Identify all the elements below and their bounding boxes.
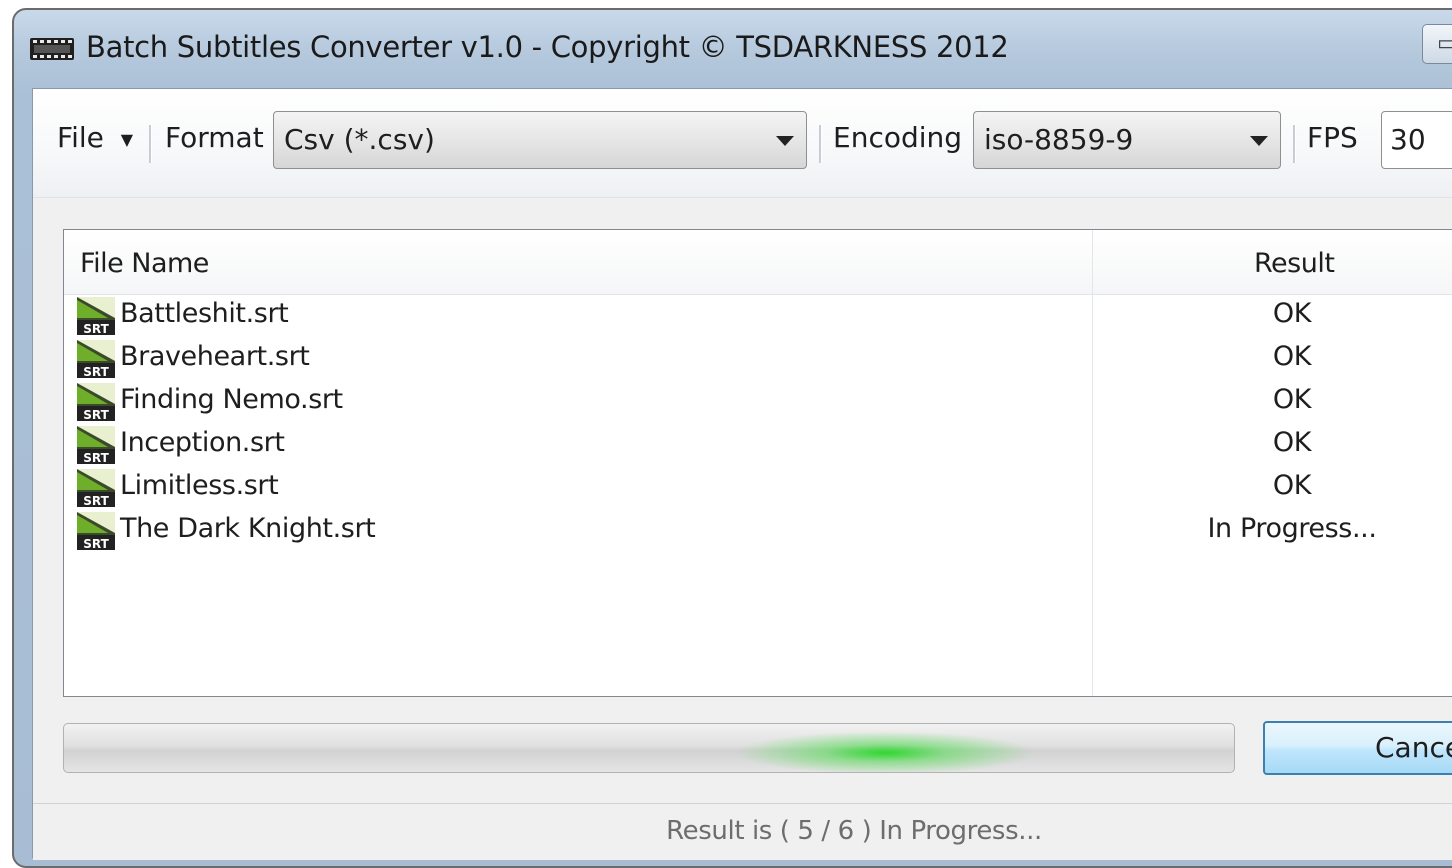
progress-glow bbox=[735, 724, 1036, 772]
srt-file-icon: SRT bbox=[77, 469, 115, 508]
svg-text:SRT: SRT bbox=[83, 451, 109, 465]
result-status: OK bbox=[1272, 470, 1312, 501]
list-item[interactable]: SRT Inception.srt OK bbox=[64, 423, 1452, 466]
file-name: Braveheart.srt bbox=[120, 341, 310, 372]
srt-file-icon: SRT bbox=[77, 340, 115, 379]
client-area: File ▼ Format Csv (*.csv) Encoding iso-8… bbox=[32, 88, 1452, 860]
svg-text:SRT: SRT bbox=[83, 365, 109, 379]
status-text: Result is ( 5 / 6 ) In Progress... bbox=[666, 816, 1042, 846]
dropdown-arrow-icon bbox=[776, 136, 794, 146]
srt-file-icon: SRT bbox=[77, 297, 115, 336]
title-bar[interactable]: Batch Subtitles Converter v1.0 - Copyrig… bbox=[14, 10, 1452, 88]
encoding-select[interactable]: iso-8859-9 bbox=[973, 111, 1281, 169]
file-name: Battleshit.srt bbox=[120, 298, 289, 329]
toolbar-separator bbox=[149, 125, 152, 163]
fps-label: FPS bbox=[1307, 121, 1358, 154]
list-item[interactable]: SRT Battleshit.srt OK bbox=[64, 294, 1452, 337]
film-strip-icon bbox=[30, 38, 74, 60]
svg-text:SRT: SRT bbox=[83, 322, 109, 336]
toolbar-separator bbox=[1293, 125, 1296, 163]
column-header-file-name[interactable]: File Name bbox=[80, 248, 209, 279]
format-label: Format bbox=[165, 121, 264, 154]
window-title: Batch Subtitles Converter v1.0 - Copyrig… bbox=[86, 30, 1009, 64]
format-select-value: Csv (*.csv) bbox=[284, 123, 435, 156]
fps-input[interactable]: 30 bbox=[1381, 111, 1452, 169]
result-status: OK bbox=[1272, 384, 1312, 415]
result-status: OK bbox=[1272, 341, 1312, 372]
toolbar: File ▼ Format Csv (*.csv) Encoding iso-8… bbox=[33, 89, 1452, 198]
list-item[interactable]: SRT Finding Nemo.srt OK bbox=[64, 380, 1452, 423]
progress-bar-fill bbox=[64, 724, 1036, 772]
toolbar-separator bbox=[819, 125, 822, 163]
svg-text:SRT: SRT bbox=[83, 494, 109, 508]
file-list[interactable]: File Name Result SRT Battleshit.srt OK S… bbox=[63, 229, 1452, 697]
list-item[interactable]: SRT Limitless.srt OK bbox=[64, 466, 1452, 509]
file-name: Inception.srt bbox=[120, 427, 285, 458]
result-status: OK bbox=[1272, 298, 1312, 329]
list-item[interactable]: SRT Braveheart.srt OK bbox=[64, 337, 1452, 380]
encoding-label: Encoding bbox=[833, 121, 963, 154]
file-menu-label: File bbox=[57, 121, 104, 154]
srt-file-icon: SRT bbox=[77, 426, 115, 465]
cancel-button[interactable]: Cancel bbox=[1263, 721, 1452, 775]
file-name: Limitless.srt bbox=[120, 470, 279, 501]
dropdown-arrow-icon bbox=[1250, 136, 1268, 146]
minimize-button[interactable]: ▭ bbox=[1422, 24, 1452, 64]
result-status: In Progress... bbox=[1207, 513, 1377, 544]
status-bar: Result is ( 5 / 6 ) In Progress... bbox=[33, 803, 1452, 860]
file-name: The Dark Knight.srt bbox=[120, 513, 376, 544]
list-item[interactable]: SRT The Dark Knight.srt In Progress... bbox=[64, 509, 1452, 552]
svg-text:SRT: SRT bbox=[83, 408, 109, 422]
file-menu[interactable]: File ▼ bbox=[57, 121, 133, 154]
srt-file-icon: SRT bbox=[77, 512, 115, 551]
format-select[interactable]: Csv (*.csv) bbox=[273, 111, 807, 169]
chevron-down-icon: ▼ bbox=[120, 129, 134, 149]
srt-file-icon: SRT bbox=[77, 383, 115, 422]
file-name: Finding Nemo.srt bbox=[120, 384, 343, 415]
svg-text:SRT: SRT bbox=[83, 537, 109, 551]
column-header-result[interactable]: Result bbox=[1254, 248, 1335, 279]
app-window: Batch Subtitles Converter v1.0 - Copyrig… bbox=[12, 8, 1452, 868]
progress-bar bbox=[63, 723, 1235, 773]
result-status: OK bbox=[1272, 427, 1312, 458]
list-header: File Name Result bbox=[64, 230, 1452, 295]
encoding-select-value: iso-8859-9 bbox=[984, 123, 1134, 156]
